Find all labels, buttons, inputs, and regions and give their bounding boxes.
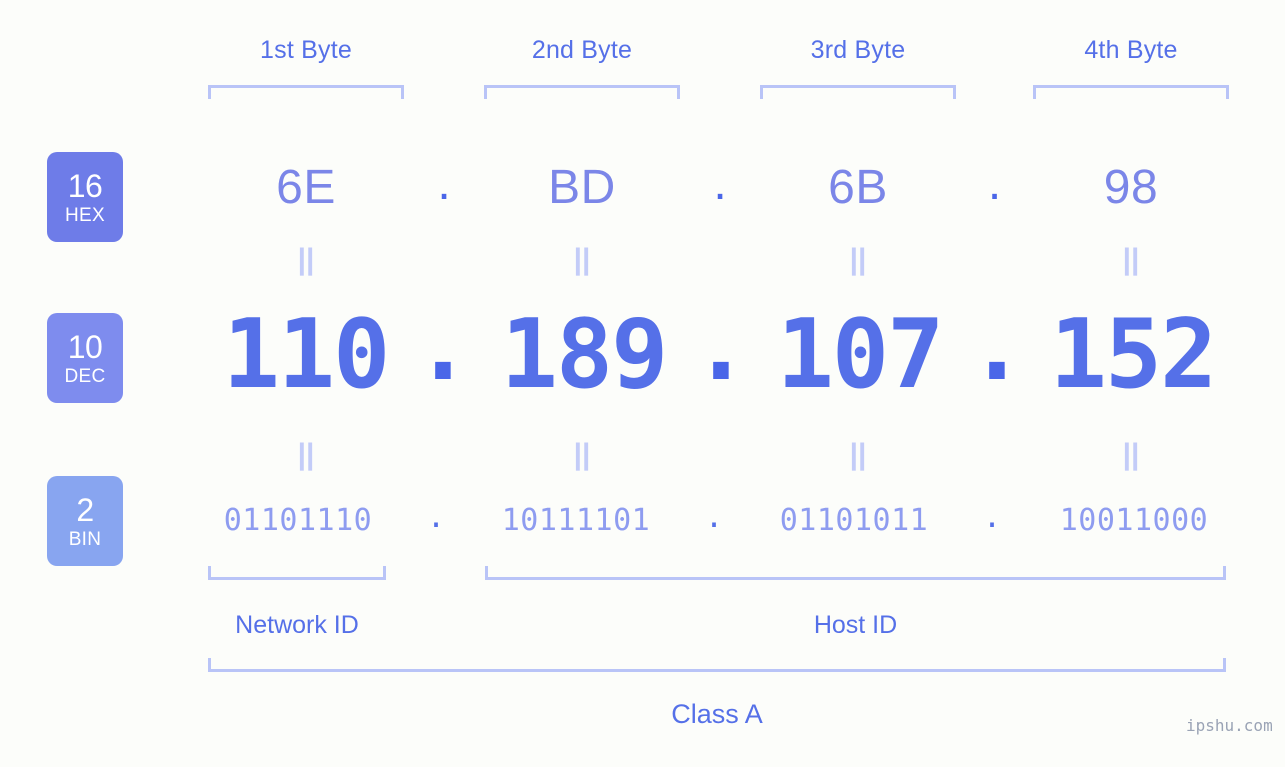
byte-bracket-4 bbox=[1033, 85, 1229, 99]
network-id-bracket bbox=[208, 566, 386, 580]
badge-bin: 2 BIN bbox=[47, 476, 123, 566]
byte-header-2: 2nd Byte bbox=[531, 36, 633, 64]
class-bracket bbox=[208, 658, 1226, 672]
bin-dot-1: . bbox=[426, 500, 446, 535]
byte-bracket-3 bbox=[760, 85, 956, 99]
hex-value-1: 6E bbox=[276, 161, 336, 214]
hex-value-3: 6B bbox=[828, 161, 888, 214]
badge-dec-number: 10 bbox=[67, 328, 103, 365]
dec-value-4: 152 bbox=[1049, 300, 1218, 410]
equals-sign-dec-bin-1: || bbox=[297, 438, 315, 471]
class-label: Class A bbox=[671, 699, 763, 729]
host-id-bracket bbox=[485, 566, 1226, 580]
dec-dot-3: . bbox=[968, 292, 1026, 402]
dec-value-1: 110 bbox=[222, 300, 391, 410]
network-id-label: Network ID bbox=[235, 611, 359, 639]
equals-sign-dec-bin-4: || bbox=[1122, 438, 1140, 471]
badge-hex-system: HEX bbox=[65, 204, 105, 226]
ip-address-breakdown-diagram: 1st Byte 2nd Byte 3rd Byte 4th Byte 16 H… bbox=[0, 0, 1285, 767]
byte-header-3: 3rd Byte bbox=[810, 36, 906, 64]
byte-header-1: 1st Byte bbox=[260, 36, 352, 64]
badge-bin-number: 2 bbox=[76, 491, 94, 528]
hex-dot-2: . bbox=[713, 157, 727, 210]
byte-header-4: 4th Byte bbox=[1084, 36, 1178, 64]
byte-bracket-1 bbox=[208, 85, 404, 99]
bin-dot-3: . bbox=[982, 500, 1002, 535]
bin-value-3: 01101011 bbox=[779, 503, 929, 538]
dec-dot-2: . bbox=[692, 292, 750, 402]
equals-sign-hex-dec-4: || bbox=[1122, 243, 1140, 276]
badge-dec: 10 DEC bbox=[47, 313, 123, 403]
hex-value-4: 98 bbox=[1103, 161, 1159, 214]
equals-sign-dec-bin-3: || bbox=[849, 438, 867, 471]
hex-dot-1: . bbox=[437, 157, 451, 210]
badge-hex: 16 HEX bbox=[47, 152, 123, 242]
badge-bin-system: BIN bbox=[68, 528, 102, 550]
bin-value-4: 10011000 bbox=[1059, 503, 1209, 538]
equals-sign-dec-bin-2: || bbox=[573, 438, 591, 471]
badge-hex-number: 16 bbox=[67, 167, 103, 204]
hex-value-2: BD bbox=[548, 161, 616, 214]
dec-dot-1: . bbox=[414, 292, 472, 402]
badge-dec-system: DEC bbox=[64, 365, 106, 387]
bin-value-2: 10111101 bbox=[501, 503, 651, 538]
equals-sign-hex-dec-1: || bbox=[297, 243, 315, 276]
host-id-label: Host ID bbox=[813, 611, 898, 639]
equals-sign-hex-dec-3: || bbox=[849, 243, 867, 276]
equals-sign-hex-dec-2: || bbox=[573, 243, 591, 276]
bin-value-1: 01101110 bbox=[223, 503, 373, 538]
dec-value-2: 189 bbox=[500, 300, 669, 410]
bin-dot-2: . bbox=[704, 500, 724, 535]
site-watermark: ipshu.com bbox=[1186, 716, 1273, 735]
dec-value-3: 107 bbox=[776, 300, 945, 410]
byte-bracket-2 bbox=[484, 85, 680, 99]
hex-dot-3: . bbox=[987, 157, 1002, 210]
